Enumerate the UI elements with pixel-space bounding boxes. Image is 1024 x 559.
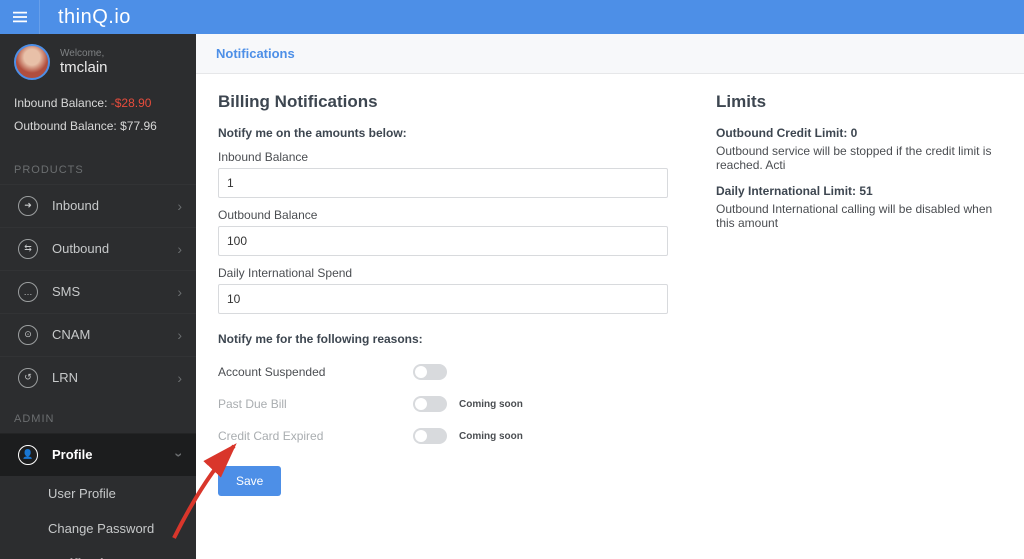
save-button[interactable]: Save: [218, 466, 281, 496]
reason-row: Credit Card Expired Coming soon: [218, 420, 668, 452]
cnam-icon: ⊙: [18, 325, 38, 345]
outbound-icon: ⇆: [18, 239, 38, 259]
intl-spend-input[interactable]: [218, 284, 668, 314]
intl-limit-label: Daily International Limit: 51: [716, 184, 1002, 198]
limits-title: Limits: [716, 92, 1002, 112]
sidebar-item-label: Outbound: [52, 241, 177, 256]
subnav-notifications[interactable]: Notifications: [0, 546, 196, 559]
reasons-subhead: Notify me for the following reasons:: [218, 332, 668, 346]
chevron-right-icon: ›: [177, 284, 182, 300]
chevron-right-icon: ›: [177, 370, 182, 386]
amounts-subhead: Notify me on the amounts below:: [218, 126, 668, 140]
inbound-balance-label: Inbound Balance: [218, 150, 668, 164]
chevron-down-icon: ›: [172, 452, 188, 457]
sidebar-item-sms[interactable]: … SMS ›: [0, 270, 196, 313]
sidebar-item-label: Profile: [52, 447, 177, 462]
reason-label: Past Due Bill: [218, 397, 413, 411]
billing-panel: Billing Notifications Notify me on the a…: [218, 92, 668, 496]
inbound-icon: ➜: [18, 196, 38, 216]
sidebar-item-label: CNAM: [52, 327, 177, 342]
outbound-balance-value: $77.96: [120, 119, 157, 133]
inbound-balance-value: -$28.90: [111, 96, 152, 110]
menu-toggle-button[interactable]: [0, 0, 40, 34]
sidebar: Welcome, tmclain Inbound Balance: -$28.9…: [0, 34, 196, 559]
subnav-user-profile[interactable]: User Profile: [0, 476, 196, 511]
sidebar-item-label: SMS: [52, 284, 177, 299]
sidebar-item-outbound[interactable]: ⇆ Outbound ›: [0, 227, 196, 270]
sidebar-item-cnam[interactable]: ⊙ CNAM ›: [0, 313, 196, 356]
avatar: [14, 44, 50, 80]
outbound-balance-label: Outbound Balance:: [14, 119, 117, 133]
coming-soon-badge: Coming soon: [459, 399, 523, 410]
past-due-toggle[interactable]: [413, 396, 447, 412]
username: tmclain: [60, 59, 108, 76]
intl-spend-label: Daily International Spend: [218, 266, 668, 280]
reason-row: Past Due Bill Coming soon: [218, 388, 668, 420]
credit-limit-note: Outbound service will be stopped if the …: [716, 144, 1002, 172]
reason-label: Credit Card Expired: [218, 429, 413, 443]
user-block: Welcome, tmclain: [0, 34, 196, 92]
reason-row: Account Suspended: [218, 356, 668, 388]
welcome-label: Welcome,: [60, 48, 108, 59]
account-suspended-toggle[interactable]: [413, 364, 447, 380]
inbound-balance-input[interactable]: [218, 168, 668, 198]
profile-icon: 👤: [18, 445, 38, 465]
chevron-right-icon: ›: [177, 241, 182, 257]
outbound-balance-input[interactable]: [218, 226, 668, 256]
credit-limit-label: Outbound Credit Limit: 0: [716, 126, 1002, 140]
sidebar-item-profile[interactable]: 👤 Profile ›: [0, 433, 196, 476]
topbar: thinQ.io: [0, 0, 1024, 34]
subnav-change-password[interactable]: Change Password: [0, 511, 196, 546]
lrn-icon: ↺: [18, 368, 38, 388]
reason-label: Account Suspended: [218, 365, 413, 379]
admin-section-label: ADMIN: [0, 399, 196, 433]
balances: Inbound Balance: -$28.90 Outbound Balanc…: [0, 92, 196, 150]
sidebar-item-label: Inbound: [52, 198, 177, 213]
chevron-right-icon: ›: [177, 327, 182, 343]
sms-icon: …: [18, 282, 38, 302]
coming-soon-badge: Coming soon: [459, 431, 523, 442]
brand-logo: thinQ.io: [40, 6, 131, 29]
intl-limit-note: Outbound International calling will be d…: [716, 202, 1002, 230]
inbound-balance-label: Inbound Balance:: [14, 96, 107, 110]
sidebar-item-label: LRN: [52, 370, 177, 385]
sidebar-item-inbound[interactable]: ➜ Inbound ›: [0, 184, 196, 227]
chevron-right-icon: ›: [177, 198, 182, 214]
hamburger-icon: [13, 10, 27, 24]
outbound-balance-label: Outbound Balance: [218, 208, 668, 222]
breadcrumb: Notifications: [216, 46, 295, 61]
cc-expired-toggle[interactable]: [413, 428, 447, 444]
main: Notifications Billing Notifications Noti…: [196, 34, 1024, 559]
breadcrumb-bar: Notifications: [196, 34, 1024, 74]
limits-panel: Limits Outbound Credit Limit: 0 Outbound…: [716, 92, 1002, 496]
products-section-label: PRODUCTS: [0, 150, 196, 184]
profile-subnav: User Profile Change Password Notificatio…: [0, 476, 196, 559]
billing-title: Billing Notifications: [218, 92, 668, 112]
sidebar-item-lrn[interactable]: ↺ LRN ›: [0, 356, 196, 399]
